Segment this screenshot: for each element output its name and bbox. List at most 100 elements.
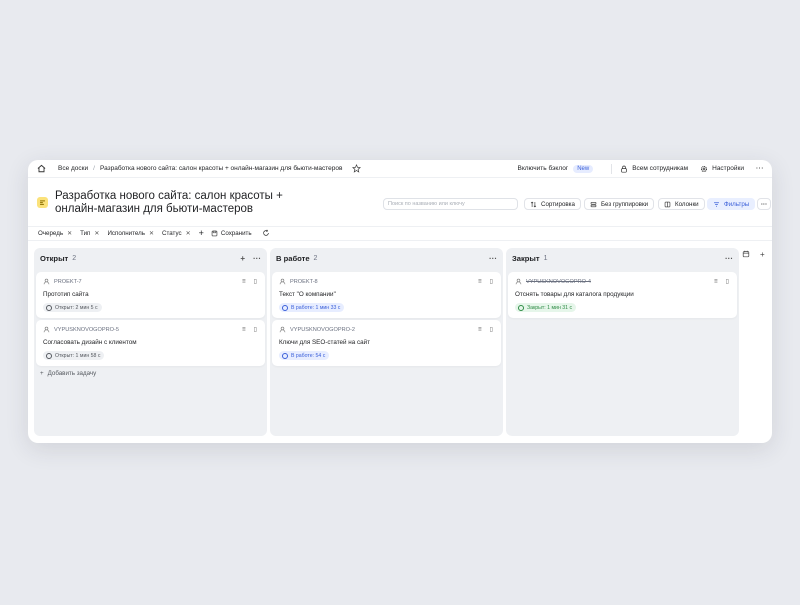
grouping-label: Без группировки: [601, 200, 649, 208]
filter-chip-status[interactable]: Статус ✕: [162, 230, 191, 237]
task-card[interactable]: VYPUSKNOVOGOPRO-4 ≡ ▯ Отснять товары для …: [508, 272, 737, 318]
home-icon[interactable]: [36, 164, 46, 174]
document-icon[interactable]: ▯: [726, 278, 729, 285]
filter-bar: Очередь ✕ Тип ✕ Исполнитель ✕ Статус ✕ +…: [28, 226, 772, 241]
settings-button[interactable]: Настройки: [700, 165, 744, 173]
task-key: PROEKT-8: [279, 278, 318, 285]
add-task-button[interactable]: + Добавить задачу: [40, 370, 96, 377]
task-key: VYPUSKNOVOGOPRO-4: [515, 278, 591, 285]
kanban-board: Открыт 2 + ··· PROEKT-7 ≡ ▯ Прототип сайт…: [34, 248, 772, 443]
drag-handle-icon[interactable]: ≡: [478, 326, 482, 333]
sort-button[interactable]: Сортировка: [524, 198, 581, 210]
column-header: Закрыт 1 ···: [506, 248, 739, 268]
column-more-button[interactable]: ···: [489, 254, 497, 263]
settings-label: Настройки: [712, 165, 744, 172]
add-filter-button[interactable]: +: [199, 229, 204, 238]
task-key: VYPUSKNOVOGOPRO-5: [43, 326, 119, 333]
filter-chip-type[interactable]: Тип ✕: [80, 230, 99, 237]
add-card-button[interactable]: +: [240, 254, 245, 263]
breadcrumb-separator: /: [93, 165, 95, 172]
columns-button[interactable]: Колонки: [658, 198, 705, 210]
user-icon: [279, 326, 286, 333]
header-more-button[interactable]: ···: [757, 198, 772, 210]
task-card[interactable]: VYPUSKNOVOGOPRO-5 ≡ ▯ Согласовать дизайн …: [36, 320, 265, 366]
close-icon[interactable]: ✕: [149, 230, 154, 237]
document-icon[interactable]: ▯: [254, 326, 257, 333]
column-title: В работе: [276, 253, 310, 263]
status-badge: Закрыт: 1 мин 31 с: [515, 303, 577, 312]
task-title: Ключи для SEO-статей на сайт: [279, 339, 371, 346]
drag-handle-icon[interactable]: ≡: [242, 326, 246, 333]
backlog-label: Включить бэклог: [517, 165, 569, 172]
divider: [611, 163, 613, 174]
breadcrumb-all-boards[interactable]: Все доски: [58, 165, 88, 172]
sort-label: Сортировка: [541, 200, 575, 208]
board-icon: [37, 197, 48, 208]
backlog-toggle[interactable]: Включить бэклог New: [517, 164, 594, 173]
gear-icon: [701, 165, 708, 172]
column-more-button[interactable]: ···: [253, 254, 261, 263]
task-key-text: VYPUSKNOVOGOPRO-4: [526, 278, 591, 285]
breadcrumb-current: Разработка нового сайта: салон красоты +…: [99, 165, 343, 172]
task-title: Текст "О компании": [279, 291, 336, 298]
add-task-label: Добавить задачу: [47, 370, 97, 377]
calendar-icon[interactable]: [742, 250, 750, 260]
save-label: Сохранить: [220, 230, 252, 237]
column-header: Открыт 2 + ···: [34, 248, 267, 268]
close-icon[interactable]: ✕: [67, 230, 72, 237]
status-text: В работе: 1 мин 33 с: [291, 304, 341, 311]
column-title: Открыт: [40, 253, 69, 263]
drag-handle-icon[interactable]: ≡: [242, 278, 246, 285]
document-icon[interactable]: ▯: [254, 278, 257, 285]
task-card[interactable]: PROEKT-7 ≡ ▯ Прототип сайта Открыт: 2 мин…: [36, 272, 265, 318]
column-closed: Закрыт 1 ··· VYPUSKNOVOGOPRO-4 ≡ ▯ Отснят…: [506, 248, 739, 436]
column-count: 2: [72, 254, 77, 262]
more-menu-button[interactable]: ···: [756, 165, 764, 172]
status-dot-icon: [282, 352, 288, 359]
close-icon[interactable]: ✕: [186, 230, 191, 237]
status-text: В работе: 54 с: [291, 352, 326, 359]
column-open: Открыт 2 + ··· PROEKT-7 ≡ ▯ Прототип сайт…: [34, 248, 267, 436]
filter-chip-assignee[interactable]: Исполнитель ✕: [107, 230, 154, 237]
share-button[interactable]: Всем сотрудникам: [620, 165, 688, 173]
user-icon: [43, 278, 50, 285]
column-more-button[interactable]: ···: [725, 254, 733, 263]
star-icon[interactable]: [352, 164, 362, 173]
top-bar: Все доски / Разработка нового сайта: сал…: [28, 160, 772, 178]
status-text: Открыт: 2 мин 5 с: [55, 304, 98, 311]
column-title: Закрыт: [512, 253, 540, 263]
task-key: VYPUSKNOVOGOPRO-2: [279, 326, 355, 333]
filters-button[interactable]: Фильтры: [707, 198, 756, 210]
check-circle-icon: [518, 304, 524, 311]
drag-handle-icon[interactable]: ≡: [714, 278, 718, 285]
search-input[interactable]: Поиск по названию или ключу: [383, 198, 518, 210]
status-badge: Открыт: 1 мин 58 с: [43, 351, 105, 360]
grouping-icon: [590, 201, 597, 207]
status-badge: Открыт: 2 мин 5 с: [43, 303, 102, 312]
document-icon[interactable]: ▯: [490, 278, 493, 285]
board-window: Все доски / Разработка нового сайта: сал…: [28, 160, 772, 443]
sort-icon: [530, 201, 537, 207]
filters-label: Фильтры: [724, 200, 750, 208]
save-filter-button[interactable]: Сохранить: [211, 230, 252, 237]
task-key-text: VYPUSKNOVOGOPRO-5: [54, 326, 119, 333]
drag-handle-icon[interactable]: ≡: [478, 278, 482, 285]
save-icon: [211, 230, 218, 237]
task-title: Отснять товары для каталога продукции: [515, 291, 634, 298]
reset-icon[interactable]: [262, 229, 270, 239]
task-key-text: VYPUSKNOVOGOPRO-2: [290, 326, 355, 333]
add-column-button[interactable]: +: [760, 250, 765, 260]
grouping-button[interactable]: Без группировки: [584, 198, 655, 210]
filter-chip-queue[interactable]: Очередь ✕: [38, 230, 72, 237]
task-card[interactable]: PROEKT-8 ≡ ▯ Текст "О компании" В работе:…: [272, 272, 501, 318]
document-icon[interactable]: ▯: [490, 326, 493, 333]
task-card[interactable]: VYPUSKNOVOGOPRO-2 ≡ ▯ Ключи для SEO-стате…: [272, 320, 501, 366]
status-dot-icon: [46, 304, 52, 311]
column-in-progress: В работе 2 ··· PROEKT-8 ≡ ▯ Текст "О комп…: [270, 248, 503, 436]
page-title: Разработка нового сайта: салон красоты +…: [55, 190, 283, 215]
plus-icon: +: [40, 370, 44, 377]
status-text: Открыт: 1 мин 58 с: [55, 352, 101, 359]
task-key: PROEKT-7: [43, 278, 82, 285]
close-icon[interactable]: ✕: [94, 230, 99, 237]
user-icon: [43, 326, 50, 333]
